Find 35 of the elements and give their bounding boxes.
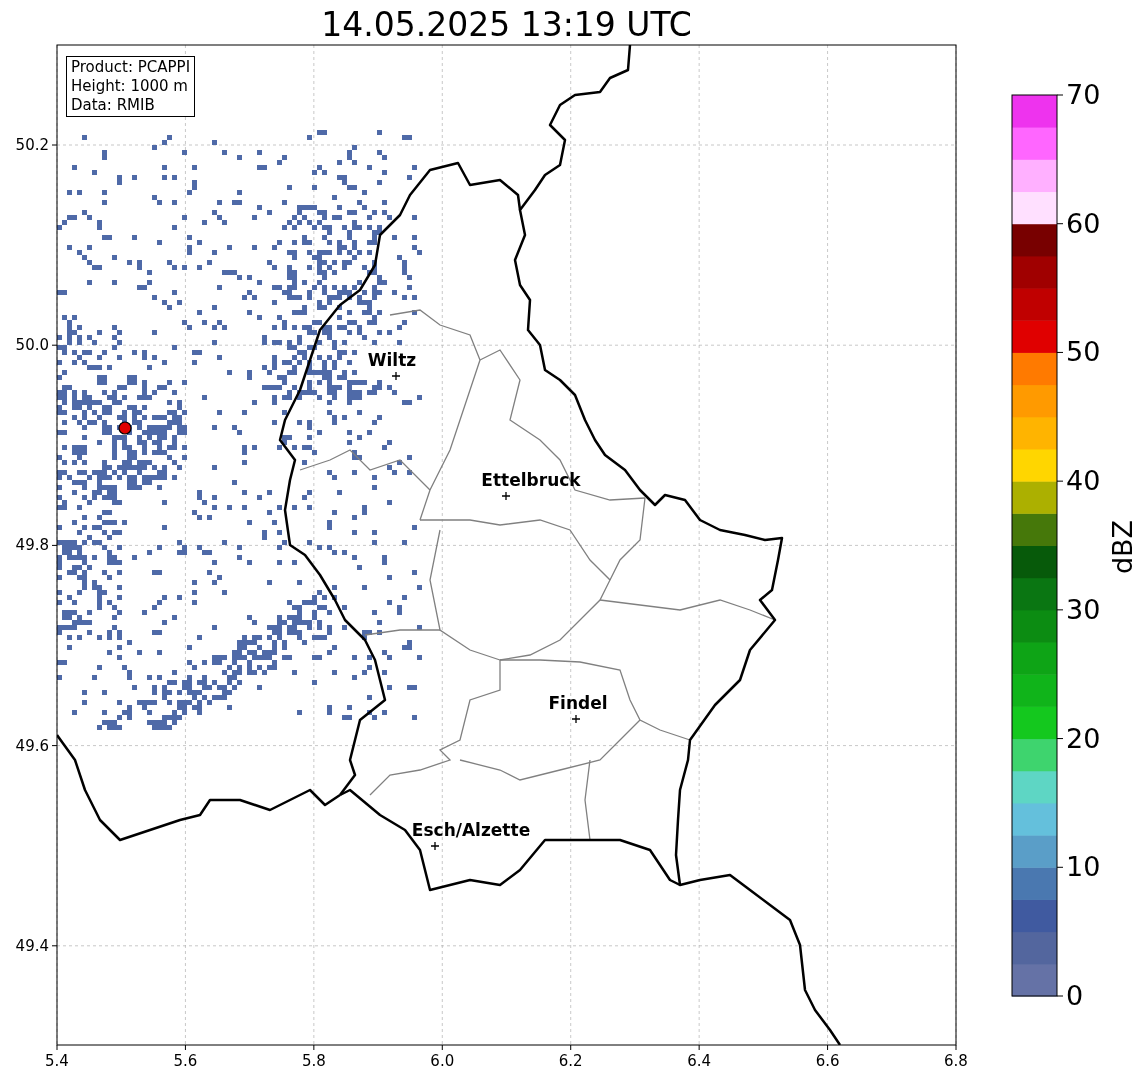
x-tick-label: 6.4 (686, 1052, 713, 1070)
chart-title: 14.05.2025 13:19 UTC (320, 4, 693, 46)
x-tick-label: 5.4 (44, 1052, 70, 1070)
city-marker-icon (571, 714, 581, 724)
colorbar-tick-label: 0 (1066, 981, 1084, 1011)
info-text: Height: 1000 m (71, 77, 189, 96)
x-tick-label: 5.8 (300, 1052, 327, 1070)
colorbar-tick-label: 70 (1066, 80, 1101, 110)
city-label: Esch/Alzette (411, 820, 531, 840)
city-label: Wiltz (367, 350, 417, 370)
colorbar-tick-label: 60 (1066, 208, 1101, 239)
x-tick-label: 6.6 (814, 1052, 841, 1070)
y-tick-label: 50.2 (14, 136, 49, 154)
x-tick-label: 6.8 (943, 1052, 969, 1070)
y-tick-label: 50.0 (14, 336, 49, 355)
city-marker-icon (501, 491, 511, 501)
city-marker-icon (430, 841, 440, 851)
y-tick-label: 49.6 (14, 736, 49, 755)
x-tick-label: 5.6 (172, 1052, 199, 1070)
x-tick-label: 6.2 (557, 1052, 584, 1070)
colorbar-tick-label: 30 (1066, 594, 1101, 625)
y-tick-label: 49.4 (14, 936, 49, 955)
colorbar-tick-label: 40 (1066, 466, 1101, 497)
x-tick-label: 6.0 (429, 1052, 456, 1070)
colorbar-label: dBZ (1106, 519, 1138, 575)
city-marker-icon (391, 371, 401, 381)
y-tick-label: 49.8 (14, 536, 49, 555)
info-text: Data: RMIB (71, 96, 156, 115)
colorbar-tick-label: 20 (1066, 723, 1101, 754)
radar-site-marker (118, 421, 132, 435)
city-label: Findel (548, 693, 608, 713)
info-text: Product: PCAPPI (71, 58, 191, 77)
city-label: Ettelbruck (481, 470, 581, 490)
colorbar-tick-label: 50 (1066, 337, 1101, 368)
colorbar-tick-label: 10 (1066, 852, 1101, 883)
